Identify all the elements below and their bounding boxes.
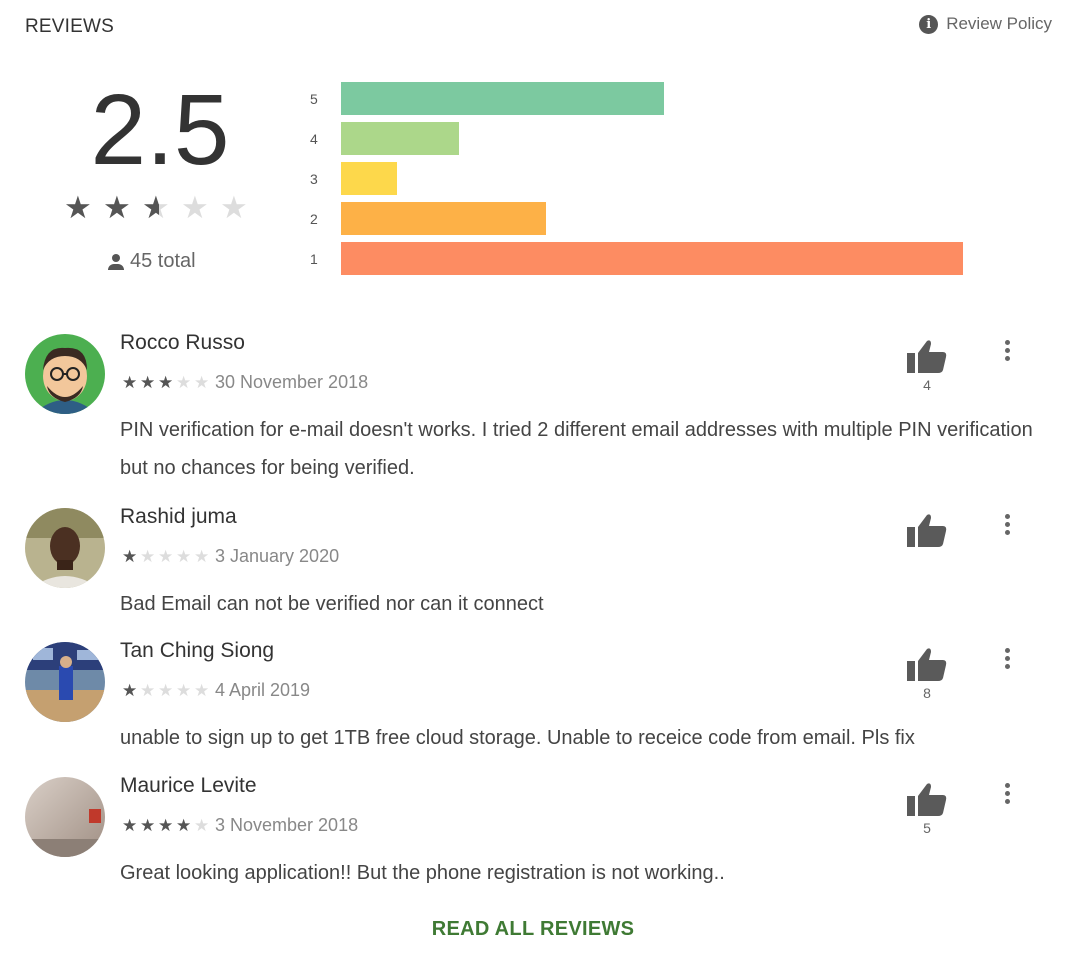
helpful-count: 8 — [923, 685, 931, 701]
histogram-label: 5 — [310, 90, 318, 107]
reviewer-name[interactable]: Tan Ching Siong — [120, 639, 274, 663]
info-icon: i — [919, 14, 939, 34]
reviewer-avatar[interactable] — [25, 334, 105, 414]
thumbs-up-icon — [905, 339, 949, 373]
review-item: Maurice Levite ★ ★ ★ ★ ★ ★ ★ ★ ★ 3 November 2018 Gr… — [25, 774, 1055, 927]
review-star-icon: ★ ★ — [140, 373, 156, 392]
histogram-bar — [341, 202, 547, 235]
histogram-row: 3 — [310, 162, 1010, 195]
histogram-row: 1 — [310, 242, 1010, 275]
helpful-count: 4 — [923, 377, 931, 393]
review-policy-label: Review Policy — [946, 14, 1052, 33]
helpful-button[interactable]: 5 — [905, 782, 949, 836]
review-date: 30 November 2018 — [215, 372, 369, 392]
review-star-icon: ★ — [158, 547, 174, 566]
review-rating-row: ★ ★ ★ ★ ★ ★ ★ ★ 30 November 2018 — [122, 372, 368, 393]
more-options-icon[interactable] — [997, 337, 1017, 367]
review-star-icon: ★ ★ — [122, 547, 138, 566]
review-star-icon: ★ — [176, 681, 192, 700]
thumbs-up-icon — [905, 782, 949, 816]
total-ratings-label: 45 total — [130, 250, 196, 272]
review-policy-link[interactable]: i Review Policy — [919, 14, 1052, 34]
review-star-icon: ★ — [194, 373, 210, 392]
helpful-button[interactable]: 8 — [905, 647, 949, 701]
review-rating-row: ★ ★ ★ ★ ★ ★ 3 January 2020 — [122, 546, 339, 567]
reviewer-name[interactable]: Rocco Russo — [120, 331, 245, 355]
rating-star-icon: ★ — [181, 190, 209, 225]
more-options-icon[interactable] — [997, 780, 1017, 810]
review-item: Rashid juma ★ ★ ★ ★ ★ ★ 3 January 2020 Bad Email… — [25, 505, 1055, 658]
more-options-icon[interactable] — [997, 645, 1017, 675]
histogram-row: 5 — [310, 82, 1010, 115]
review-star-icon: ★ ★ — [158, 373, 174, 392]
reviews-title: REVIEWS — [25, 16, 115, 37]
histogram-bar — [341, 82, 665, 115]
review-star-icon: ★ — [194, 681, 210, 700]
histogram-label: 4 — [310, 130, 318, 147]
histogram-label: 1 — [310, 250, 318, 267]
reviewer-avatar[interactable] — [25, 777, 105, 857]
rating-star-icon: ★ ★ — [103, 190, 131, 225]
average-rating: 2.5 — [90, 74, 230, 186]
read-all-reviews-button[interactable]: READ ALL REVIEWS — [0, 918, 1066, 941]
histogram-label: 3 — [310, 170, 318, 187]
histogram-row: 2 — [310, 202, 1010, 235]
review-star-icon: ★ ★ — [122, 681, 138, 700]
review-item: Rocco Russo ★ ★ ★ ★ ★ ★ ★ ★ 30 November 2018 PIN v… — [25, 331, 1055, 484]
review-rating-row: ★ ★ ★ ★ ★ ★ 4 April 2019 — [122, 680, 310, 701]
review-rating-row: ★ ★ ★ ★ ★ ★ ★ ★ ★ 3 November 2018 — [122, 815, 358, 836]
histogram-bar — [341, 122, 460, 155]
helpful-count: 5 — [923, 820, 931, 836]
review-text: Bad Email can not be verified nor can it… — [120, 593, 544, 615]
helpful-button[interactable]: 4 — [905, 339, 949, 393]
reviewer-avatar[interactable] — [25, 508, 105, 588]
review-item: Tan Ching Siong ★ ★ ★ ★ ★ ★ 4 April 2019 unable … — [25, 639, 1055, 792]
reviewer-name[interactable]: Rashid juma — [120, 505, 237, 529]
histogram-label: 2 — [310, 210, 318, 227]
histogram-bar — [341, 242, 963, 275]
review-text: unable to sign up to get 1TB free cloud … — [120, 727, 915, 749]
review-star-icon: ★ ★ — [140, 816, 156, 835]
review-star-icon: ★ ★ — [122, 373, 138, 392]
review-star-icon: ★ — [140, 681, 156, 700]
review-star-icon: ★ — [140, 547, 156, 566]
histogram-row: 4 — [310, 122, 1010, 155]
review-date: 3 November 2018 — [215, 815, 359, 835]
review-star-icon: ★ — [194, 816, 210, 835]
more-options-icon[interactable] — [997, 511, 1017, 541]
review-star-icon: ★ ★ — [176, 816, 192, 835]
review-text: Great looking application!! But the phon… — [120, 862, 725, 884]
thumbs-up-icon — [905, 647, 949, 681]
person-icon — [108, 253, 124, 270]
helpful-button[interactable] — [905, 513, 949, 547]
review-date: 4 April 2019 — [215, 680, 311, 700]
review-text: PIN verification for e-mail doesn't work… — [120, 419, 1033, 479]
thumbs-up-icon — [905, 513, 949, 547]
review-date: 3 January 2020 — [215, 546, 340, 566]
average-rating-stars: ★ ★ ★ ★ ★ ★ ★ ★ — [64, 192, 253, 223]
review-star-icon: ★ — [176, 547, 192, 566]
review-star-icon: ★ ★ — [122, 816, 138, 835]
review-star-icon: ★ ★ — [158, 816, 174, 835]
reviewer-avatar[interactable] — [25, 642, 105, 722]
total-ratings: 45 total — [108, 250, 196, 273]
histogram-bar — [341, 162, 397, 195]
review-star-icon: ★ — [194, 547, 210, 566]
rating-star-icon: ★ — [220, 190, 248, 225]
review-star-icon: ★ — [176, 373, 192, 392]
review-star-icon: ★ — [158, 681, 174, 700]
rating-star-icon: ★ ★ — [142, 190, 170, 225]
reviewer-name[interactable]: Maurice Levite — [120, 774, 257, 798]
rating-star-icon: ★ ★ — [64, 190, 92, 225]
